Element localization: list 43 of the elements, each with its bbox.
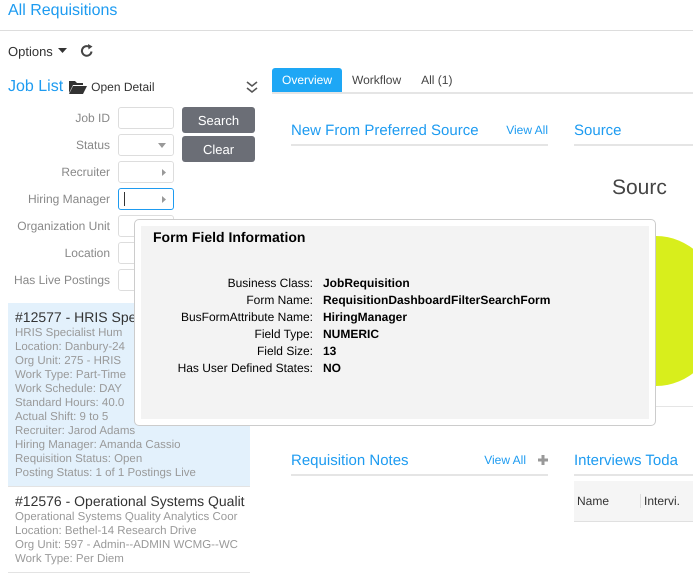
page-title: All Requisitions	[8, 2, 118, 19]
field-label: Location	[64, 246, 110, 260]
panel-title: Requisition Notes	[291, 452, 410, 468]
job-detail: Requisition Status: Open	[15, 452, 142, 466]
job-detail: Location: Danbury-24	[15, 340, 125, 354]
job-detail: Recruiter: Jarod Adams	[15, 424, 136, 438]
job-detail: HRIS Specialist Hum	[15, 326, 122, 340]
tooltip-title: Form Field Information	[153, 229, 306, 245]
job-detail: Posting Status: 1 of 1 Postings Live	[15, 466, 196, 480]
info-label: BusFormAttribute Name:	[180, 309, 313, 326]
info-label: Form Name:	[245, 292, 313, 309]
job-detail: Work Type: Per Diem	[15, 552, 124, 566]
info-value: NO	[323, 360, 342, 377]
panel-title: New From Preferred Source	[291, 122, 480, 138]
job-detail: Hiring Manager: Amanda Cassio	[15, 438, 181, 452]
panel-title: Source	[574, 122, 623, 138]
field-label: Recruiter	[60, 165, 110, 179]
info-value: NUMERIC	[323, 326, 380, 343]
info-label: Business Class:	[226, 275, 313, 292]
job-detail: Org Unit: 275 - HRIS	[15, 354, 122, 368]
chart-title: Sourc	[612, 176, 667, 200]
info-value: 13	[323, 343, 338, 360]
field-label: Hiring Manager	[26, 192, 110, 206]
job-detail: Work Type: Part-Time	[15, 368, 126, 382]
job-list-title: Job List	[8, 78, 64, 96]
field-label: Job ID	[74, 111, 110, 125]
job-detail: Operational Systems Quality Analytics Coor	[15, 510, 238, 524]
job-detail: Org Unit: 597 - Admin--ADMIN WCMG--WC	[15, 538, 238, 552]
info-value: JobRequisition	[323, 275, 411, 292]
field-label: Status	[74, 138, 110, 152]
job-title: #12576 - Operational Systems Qualit	[15, 493, 245, 510]
job-detail: Actual Shift: 9 to 5	[15, 410, 108, 424]
job-detail: Location: Bethel-14 Research Drive	[15, 524, 197, 538]
info-label: Has User Defined States:	[176, 360, 313, 377]
panel-title: Interviews Toda	[574, 452, 679, 468]
job-detail: Standard Hours: 40.0	[15, 396, 124, 410]
field-label: Organization Unit	[16, 219, 110, 233]
info-value: RequisitionDashboardFilterSearchForm	[323, 292, 550, 309]
field-label: Has Live Postings	[12, 273, 110, 287]
job-detail: Work Schedule: DAY	[15, 382, 122, 396]
info-value: HiringManager	[323, 309, 408, 326]
info-label: Field Size:	[256, 343, 313, 360]
info-label: Field Type:	[254, 326, 313, 343]
